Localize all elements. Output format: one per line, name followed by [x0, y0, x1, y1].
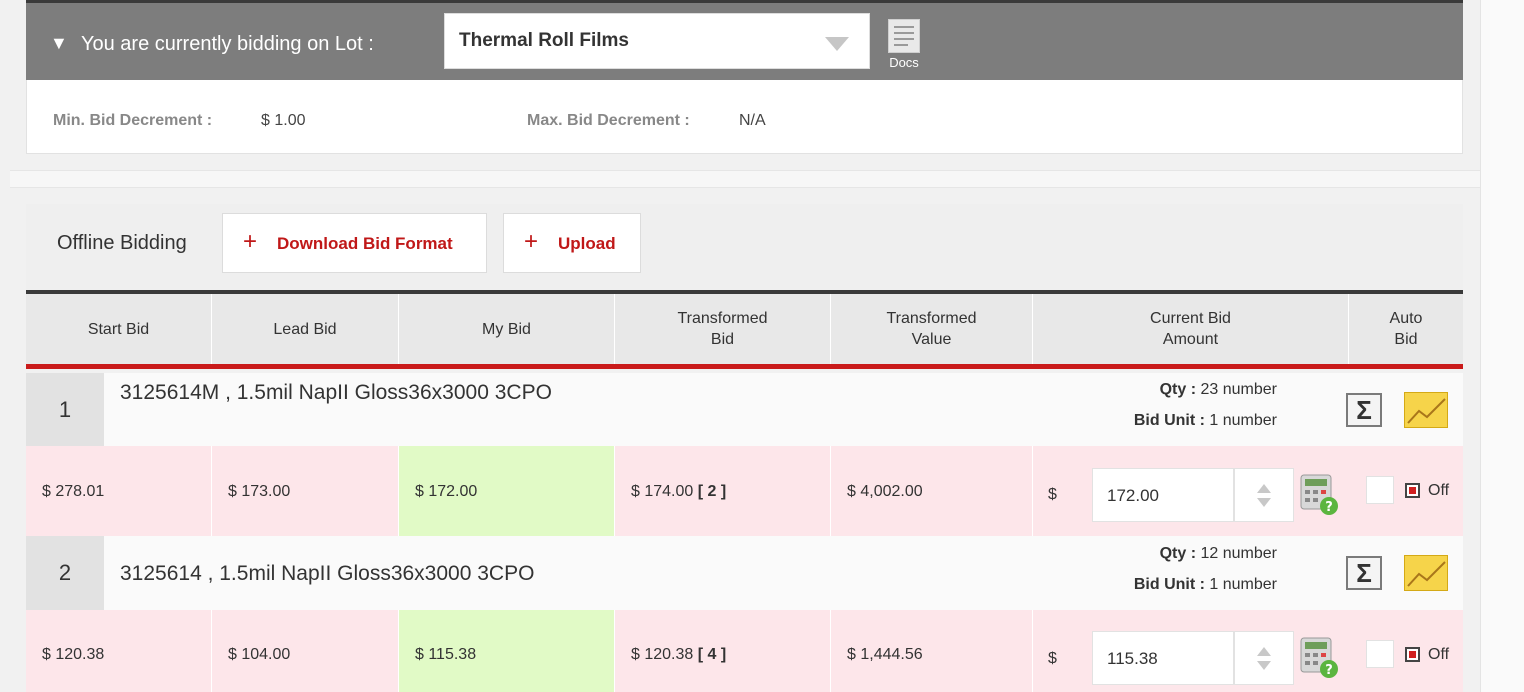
transformed-value-cell: $ 1,444.56 — [831, 610, 1033, 692]
lot-header: ▼ You are currently bidding on Lot : The… — [26, 0, 1463, 80]
current-bid-input[interactable]: 115.38 — [1092, 631, 1234, 685]
col-start-bid: Start Bid — [26, 294, 212, 364]
currency-symbol: $ — [1048, 650, 1057, 667]
stepper-up-icon[interactable] — [1257, 484, 1271, 493]
bid-stepper[interactable] — [1234, 631, 1294, 685]
plus-icon: + — [243, 228, 258, 255]
svg-text:?: ? — [1325, 663, 1333, 678]
docs-button[interactable]: Docs — [884, 17, 924, 73]
lot-select-value: Thermal Roll Films — [459, 30, 629, 51]
col-transformed-value: Transformed Value — [831, 294, 1033, 364]
transformed-value-cell: $ 4,002.00 — [831, 446, 1033, 536]
item-bid-unit: Bid Unit : 1 number — [1133, 412, 1277, 429]
col-transformed-bid: Transformed Bid — [615, 294, 831, 364]
offline-bidding-bar: Offline Bidding + Download Bid Format + … — [26, 204, 1463, 290]
item-description: 3125614 , 1.5mil NapII Gloss36x3000 3CPO — [120, 562, 535, 585]
svg-text:?: ? — [1325, 500, 1333, 515]
bid-stepper[interactable] — [1234, 468, 1294, 522]
table-header: Start Bid Lead Bid My Bid Transformed Bid… — [26, 290, 1463, 369]
item-row: 1 3125614M , 1.5mil NapII Gloss36x3000 3… — [26, 373, 1463, 446]
collapse-caret-icon[interactable]: ▼ — [50, 33, 68, 53]
item-row: 2 3125614 , 1.5mil NapII Gloss36x3000 3C… — [26, 536, 1463, 610]
docs-label: Docs — [889, 55, 919, 70]
auto-bid-toggle[interactable] — [1405, 647, 1420, 662]
bid-row: $ 120.38 $ 104.00 $ 115.38 $ 120.38 [ 4 … — [26, 610, 1463, 692]
offline-bidding-label: Offline Bidding — [57, 232, 187, 254]
document-icon — [888, 19, 920, 53]
item-bid-unit: Bid Unit : 1 number — [1133, 576, 1277, 593]
col-lead-bid: Lead Bid — [212, 294, 399, 364]
col-my-bid: My Bid — [399, 294, 615, 364]
auto-bid-status: Off — [1428, 646, 1450, 663]
chevron-down-icon — [825, 37, 849, 51]
item-number: 2 — [26, 536, 104, 610]
max-decrement-value: N/A — [739, 112, 766, 129]
max-decrement-label: Max. Bid Decrement : — [527, 112, 690, 129]
download-bid-format-button[interactable]: + Download Bid Format — [222, 213, 487, 273]
min-decrement-value: $ 1.00 — [261, 112, 306, 129]
upload-label: Upload — [558, 234, 616, 253]
item-description: 3125614M , 1.5mil NapII Gloss36x3000 3CP… — [120, 381, 552, 404]
my-bid-cell: $ 115.38 — [399, 610, 615, 692]
current-bid-input[interactable]: 172.00 — [1092, 468, 1234, 522]
page-scrollbar[interactable] — [1480, 0, 1524, 692]
lot-label: You are currently bidding on Lot : — [81, 33, 374, 55]
col-current-bid-amount: Current Bid Amount — [1033, 294, 1349, 364]
auto-bid-status: Off — [1428, 482, 1450, 499]
transformed-bid-cell: $ 174.00 [ 2 ] — [615, 446, 831, 536]
calculator-help-icon[interactable]: ? — [1300, 474, 1340, 516]
transformed-bid-cell: $ 120.38 [ 4 ] — [615, 610, 831, 692]
lot-select[interactable]: Thermal Roll Films — [444, 13, 870, 69]
start-bid-cell: $ 278.01 — [26, 446, 212, 536]
calculator-help-icon[interactable]: ? — [1300, 637, 1340, 679]
upload-button[interactable]: + Upload — [503, 213, 641, 273]
stepper-up-icon[interactable] — [1257, 647, 1271, 656]
auto-bid-checkbox[interactable] — [1366, 476, 1394, 504]
section-divider — [10, 170, 1480, 188]
lead-bid-cell: $ 173.00 — [212, 446, 399, 536]
currency-symbol: $ — [1048, 486, 1057, 503]
stepper-down-icon[interactable] — [1257, 661, 1271, 670]
sigma-icon[interactable]: Σ — [1346, 393, 1382, 427]
auto-bid-checkbox[interactable] — [1366, 640, 1394, 668]
col-auto-bid: Auto Bid — [1389, 310, 1423, 348]
lead-bid-cell: $ 104.00 — [212, 610, 399, 692]
sigma-icon[interactable]: Σ — [1346, 556, 1382, 590]
plus-icon: + — [524, 228, 539, 255]
bid-row: $ 278.01 $ 173.00 $ 172.00 $ 174.00 [ 2 … — [26, 446, 1463, 536]
stepper-down-icon[interactable] — [1257, 498, 1271, 507]
auto-bid-toggle[interactable] — [1405, 483, 1420, 498]
item-qty: Qty : 12 number — [1159, 545, 1277, 562]
item-qty: Qty : 23 number — [1159, 381, 1277, 398]
item-number: 1 — [26, 373, 104, 446]
my-bid-cell: $ 172.00 — [399, 446, 615, 536]
line-chart-icon[interactable] — [1404, 555, 1448, 591]
line-chart-icon[interactable] — [1404, 392, 1448, 428]
download-bid-format-label: Download Bid Format — [277, 234, 453, 253]
min-decrement-label: Min. Bid Decrement : — [53, 112, 213, 129]
bid-decrement-panel: Min. Bid Decrement : $ 1.00 Max. Bid Dec… — [26, 80, 1463, 154]
start-bid-cell: $ 120.38 — [26, 610, 212, 692]
